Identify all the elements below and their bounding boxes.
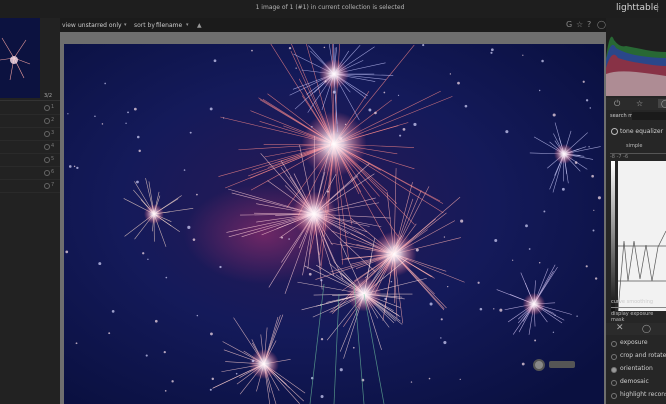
list-item[interactable]: 4 bbox=[0, 141, 60, 154]
right-panel: ⏻ ☆ ◯ search module tone equalizer simpl… bbox=[606, 18, 666, 404]
power-icon[interactable]: ⏻ bbox=[614, 99, 620, 109]
row-toggle-icon[interactable] bbox=[44, 144, 50, 150]
power-icon[interactable] bbox=[611, 354, 617, 360]
sort-select[interactable]: filename bbox=[156, 22, 182, 29]
row-number: 4 bbox=[51, 143, 55, 149]
row-toggle-icon[interactable] bbox=[44, 131, 50, 137]
color-label-icon[interactable] bbox=[533, 359, 545, 371]
star-overlay-icon[interactable]: ☆ bbox=[576, 20, 583, 29]
list-item[interactable]: 2 bbox=[0, 115, 60, 128]
module-item[interactable]: crop and rotate bbox=[606, 350, 666, 362]
power-icon[interactable] bbox=[611, 393, 617, 399]
view-filter-select[interactable]: unstarred only bbox=[78, 22, 122, 29]
circle-icon[interactable]: ◯ bbox=[658, 99, 666, 108]
power-icon[interactable] bbox=[611, 341, 617, 347]
module-actions-bar: ✕ ◯ bbox=[606, 323, 666, 335]
module-title: tone equalizer bbox=[620, 128, 664, 135]
left-panel: 3/2 1 2 3 4 5 6 7 bbox=[0, 18, 60, 404]
module-item[interactable]: exposure bbox=[606, 337, 666, 349]
list-item[interactable]: 3 bbox=[0, 128, 60, 141]
star-icon[interactable]: ☆ bbox=[636, 99, 643, 108]
module-item[interactable]: orientation bbox=[606, 363, 666, 375]
power-icon[interactable] bbox=[611, 367, 617, 373]
power-icon[interactable] bbox=[611, 128, 618, 135]
view-mode-separator: | bbox=[656, 3, 660, 13]
divider bbox=[0, 100, 60, 101]
curve-smoothing-slider[interactable] bbox=[611, 307, 666, 308]
circle-icon[interactable]: ◯ bbox=[642, 324, 651, 333]
module-label: demosaic bbox=[620, 378, 649, 385]
tab-simple[interactable]: simple bbox=[626, 143, 643, 149]
tone-curve-graph[interactable] bbox=[618, 161, 666, 311]
power-icon[interactable] bbox=[611, 380, 617, 386]
center-header: view unstarred only ▾ sort by filename ▾… bbox=[60, 18, 606, 32]
search-module-input[interactable] bbox=[632, 112, 666, 120]
scale-labels: -8 -7 -6 bbox=[610, 154, 629, 160]
row-toggle-icon[interactable] bbox=[44, 105, 50, 111]
module-item[interactable]: highlight reconstruction bbox=[606, 389, 666, 401]
module-item[interactable]: demosaic bbox=[606, 376, 666, 388]
tone-equalizer-header[interactable]: tone equalizer bbox=[606, 126, 666, 138]
row-toggle-icon[interactable] bbox=[44, 183, 50, 189]
close-icon[interactable]: ✕ bbox=[616, 323, 624, 333]
list-item[interactable]: 6 bbox=[0, 167, 60, 180]
row-number: 2 bbox=[51, 117, 55, 123]
selection-status: 1 image of 1 (#1) in current collection … bbox=[255, 4, 405, 11]
curve-smoothing-label: curve smoothing bbox=[611, 299, 654, 305]
row-number: 6 bbox=[51, 169, 55, 175]
module-group-tabs: ⏻ ☆ ◯ bbox=[606, 98, 666, 110]
sort-label: sort by bbox=[134, 22, 155, 29]
module-label: highlight reconstruction bbox=[620, 391, 666, 398]
fireworks-photo bbox=[64, 44, 604, 404]
row-toggle-icon[interactable] bbox=[44, 118, 50, 124]
help-icon[interactable]: ? bbox=[587, 20, 591, 29]
row-number: 7 bbox=[51, 182, 55, 188]
image-info-badge bbox=[549, 361, 575, 368]
module-label: exposure bbox=[620, 339, 648, 346]
row-toggle-icon[interactable] bbox=[44, 170, 50, 176]
display-exposure-mask-toggle[interactable]: display exposure mask bbox=[611, 311, 666, 323]
histogram-graph bbox=[606, 18, 666, 96]
view-mode-lighttable[interactable]: lighttable bbox=[616, 3, 659, 13]
list-item[interactable]: 5 bbox=[0, 154, 60, 167]
histogram[interactable] bbox=[606, 18, 666, 96]
image-count: 3/2 bbox=[44, 93, 53, 99]
list-item[interactable]: 1 bbox=[0, 102, 60, 115]
row-number: 1 bbox=[51, 104, 55, 110]
grouping-icon[interactable]: G bbox=[566, 20, 572, 29]
row-toggle-icon[interactable] bbox=[44, 157, 50, 163]
row-number: 5 bbox=[51, 156, 55, 162]
module-label: orientation bbox=[620, 365, 653, 372]
exposure-gradient bbox=[611, 161, 615, 311]
chevron-down-icon[interactable]: ▾ bbox=[124, 22, 127, 28]
curve-svg bbox=[618, 161, 666, 311]
view-label: view bbox=[62, 22, 76, 29]
list-item[interactable]: 7 bbox=[0, 180, 60, 193]
chevron-down-icon[interactable]: ▾ bbox=[186, 22, 189, 28]
sort-direction-icon[interactable]: ▲ bbox=[197, 22, 202, 29]
module-label: crop and rotate bbox=[620, 352, 666, 359]
preview-image[interactable] bbox=[64, 44, 604, 404]
thumbnail-image bbox=[0, 18, 40, 98]
top-bar: 1 image of 1 (#1) in current collection … bbox=[0, 0, 666, 18]
preferences-icon[interactable]: ◯ bbox=[597, 20, 606, 29]
row-number: 3 bbox=[51, 130, 55, 136]
filmstrip-thumbnail[interactable] bbox=[0, 18, 40, 98]
